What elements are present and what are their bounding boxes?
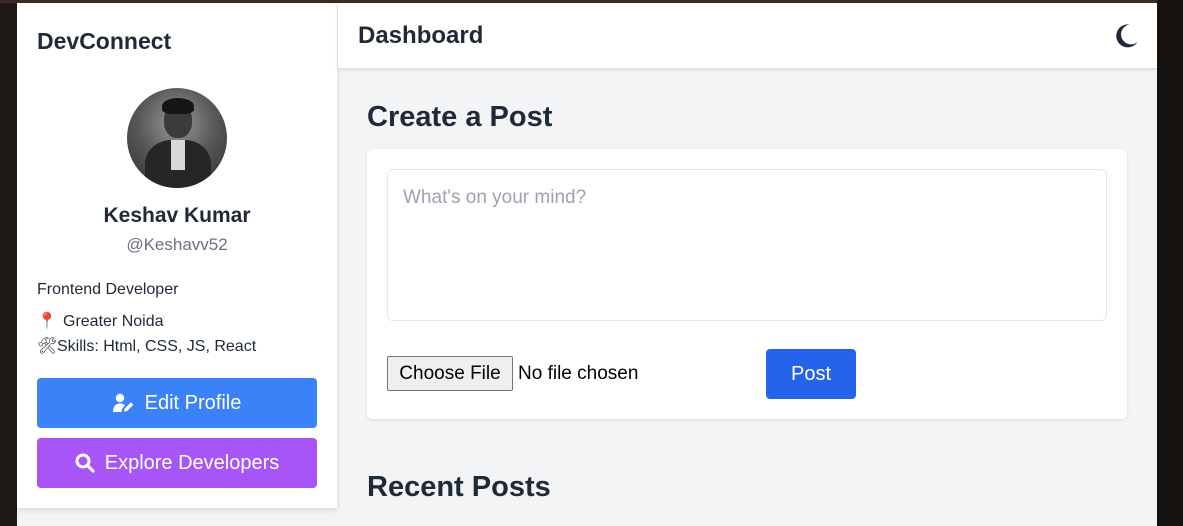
- profile-name: Keshav Kumar: [103, 204, 251, 227]
- edit-profile-label: Edit Profile: [144, 391, 242, 414]
- pin-icon: 📍: [37, 313, 57, 330]
- avatar: [127, 88, 227, 188]
- app-root: DevConnect Keshav Kumar @Keshavv52 Front…: [17, 3, 1157, 526]
- choose-file-button[interactable]: Choose File: [387, 356, 513, 391]
- post-button[interactable]: Post: [766, 349, 856, 399]
- top-header: Dashboard: [338, 3, 1157, 68]
- create-post-heading: Create a Post: [367, 101, 553, 133]
- sidebar: DevConnect Keshav Kumar @Keshavv52 Front…: [17, 3, 337, 508]
- post-textarea[interactable]: [387, 169, 1107, 321]
- profile-location: 📍 Greater Noida: [37, 311, 164, 331]
- brand-logo: DevConnect: [37, 28, 172, 54]
- page-title: Dashboard: [358, 22, 484, 49]
- profile-handle: @Keshavv52: [126, 235, 228, 254]
- profile-role: Frontend Developer: [37, 281, 179, 298]
- user-edit-icon: [112, 393, 135, 413]
- profile-skills: 🛠Skills: Html, CSS, JS, React: [37, 336, 256, 356]
- profile-location-text: Greater Noida: [63, 313, 164, 330]
- edit-profile-button[interactable]: Edit Profile: [37, 378, 317, 428]
- explore-developers-button[interactable]: Explore Developers: [37, 438, 317, 488]
- profile-skills-text: Skills: Html, CSS, JS, React: [57, 338, 257, 355]
- recent-posts-heading: Recent Posts: [367, 471, 551, 503]
- moon-icon[interactable]: [1113, 23, 1139, 49]
- explore-developers-label: Explore Developers: [104, 451, 280, 474]
- file-status: No file chosen: [518, 363, 639, 384]
- create-post-card: Choose File No file chosen Post: [367, 149, 1127, 419]
- tools-icon: 🛠: [37, 338, 58, 355]
- search-icon: [75, 453, 95, 473]
- window-right-edge: [1157, 0, 1183, 526]
